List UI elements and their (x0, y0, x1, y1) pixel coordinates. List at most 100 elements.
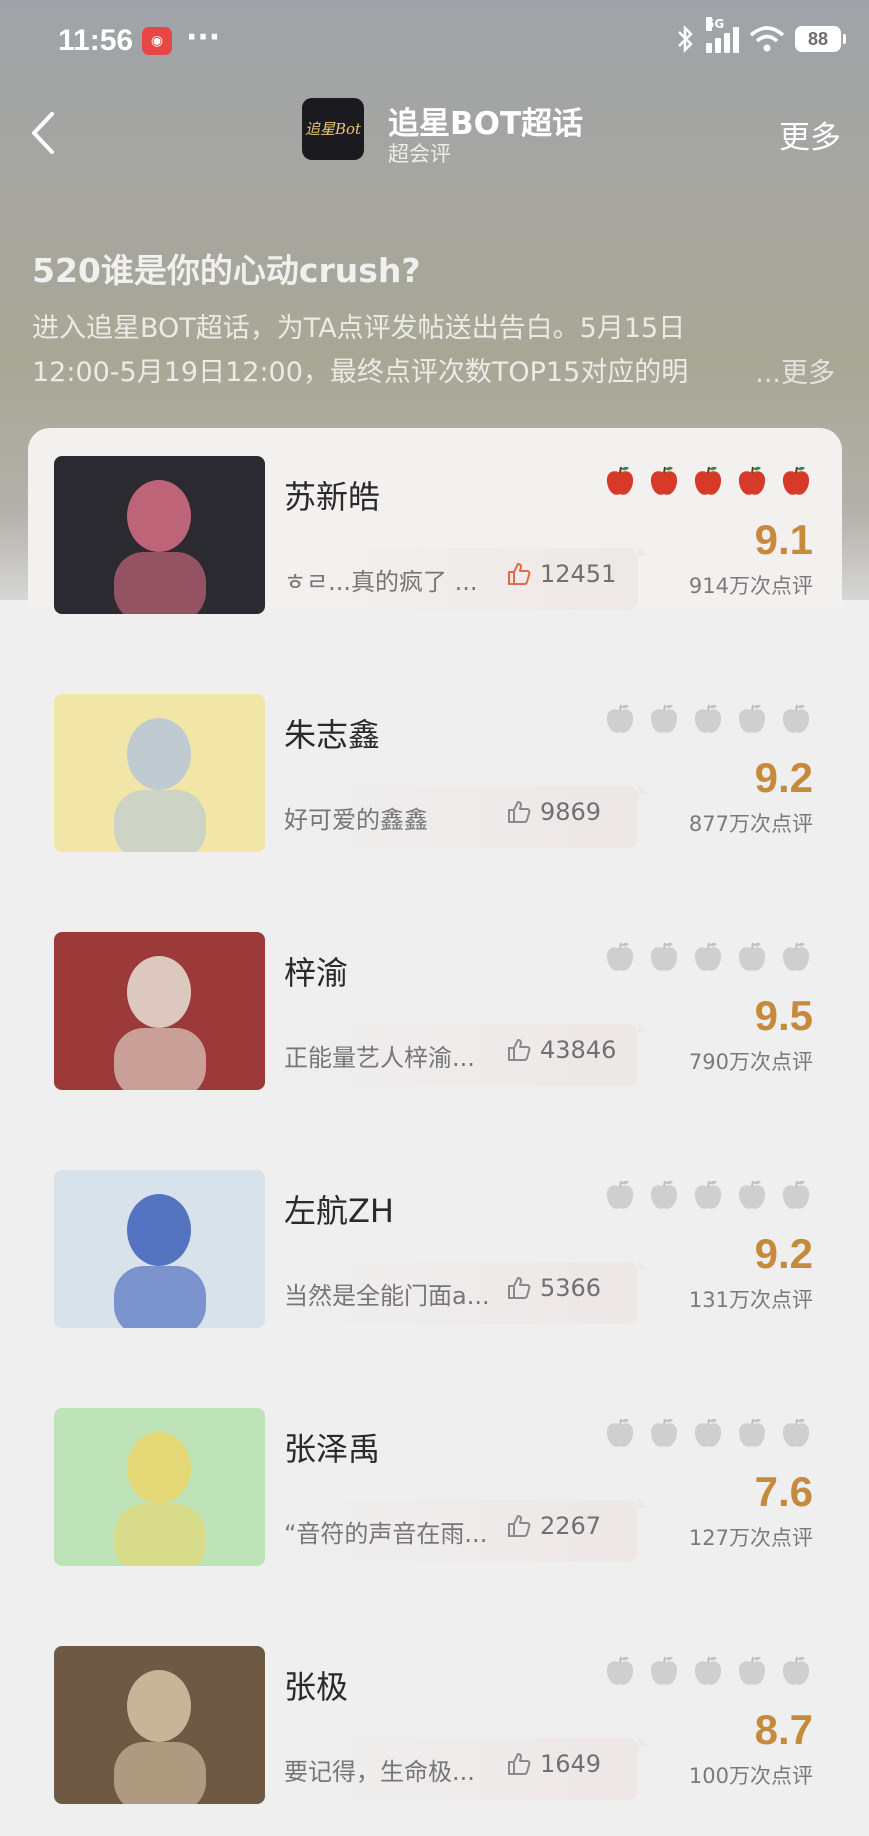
apple-rating-icon[interactable] (780, 702, 812, 736)
topic-title[interactable]: 追星BOT超话 (388, 98, 583, 143)
top-review-text[interactable]: “音符的声音在雨... (284, 1514, 494, 1549)
apple-rating[interactable] (604, 1178, 812, 1212)
list-item[interactable]: 张泽禹 “音符的声音在雨... 2267 7.6 127万次点评 (0, 1408, 869, 1568)
review-count: 914万次点评 (688, 574, 813, 598)
celebrity-photo[interactable] (54, 1646, 265, 1804)
apple-rating-icon[interactable] (604, 1178, 636, 1212)
celebrity-photo[interactable] (54, 694, 265, 852)
apple-rating-icon[interactable] (736, 1178, 768, 1212)
list-item[interactable]: 左航ZH 当然是全能门面a... 5366 9.2 131万次点评 (0, 1170, 869, 1330)
apple-rating-icon[interactable] (692, 1178, 724, 1212)
event-headline: 520谁是你的心动crush? (32, 251, 421, 290)
celebrity-name[interactable]: 苏新皓 (284, 472, 380, 518)
battery-indicator: 88 (795, 26, 846, 52)
cellular-signal-icon: 5G (706, 17, 739, 53)
apple-rating-icon[interactable] (692, 464, 724, 498)
review-count: 131万次点评 (688, 1288, 813, 1312)
apple-rating-icon[interactable] (780, 464, 812, 498)
apple-rating-icon[interactable] (692, 1416, 724, 1450)
apple-rating-icon[interactable] (648, 940, 680, 974)
apple-rating[interactable] (604, 464, 812, 498)
like-count[interactable]: 43846 (506, 1036, 616, 1064)
apple-rating-icon[interactable] (736, 940, 768, 974)
thumbs-up-icon (508, 1277, 531, 1299)
top-review-text[interactable]: 正能量艺人梓渝... (284, 1038, 494, 1073)
description-line: 12:00-5月19日12:00，最终点评次数TOP15对应的明 (32, 357, 689, 388)
celebrity-name[interactable]: 左航ZH (284, 1186, 394, 1232)
apple-rating[interactable] (604, 1654, 812, 1688)
celebrity-photo[interactable] (54, 456, 265, 614)
apple-rating-icon[interactable] (780, 1654, 812, 1688)
topic-subtitle: 超会评 (388, 142, 451, 166)
top-review-text[interactable]: 要记得，生命极... (284, 1752, 494, 1787)
apple-rating-icon[interactable] (736, 1416, 768, 1450)
apple-rating-icon[interactable] (780, 940, 812, 974)
apple-rating-icon[interactable] (648, 702, 680, 736)
celebrity-photo[interactable] (54, 1170, 265, 1328)
thumbs-up-icon (508, 801, 531, 823)
apple-rating-icon[interactable] (736, 702, 768, 736)
back-button[interactable] (26, 108, 66, 158)
celebrity-name[interactable]: 朱志鑫 (284, 710, 380, 756)
like-count[interactable]: 5366 (506, 1274, 601, 1302)
apple-rating-icon[interactable] (780, 1178, 812, 1212)
apple-rating-icon[interactable] (692, 940, 724, 974)
celebrity-name[interactable]: 张泽禹 (284, 1424, 380, 1470)
apple-rating-icon[interactable] (736, 464, 768, 498)
apple-rating-icon[interactable] (604, 1654, 636, 1688)
list-item[interactable]: 苏新皓 ㅎㄹ...真的疯了 ... 12451 9.1 914万次点评 (0, 456, 869, 616)
celebrity-photo[interactable] (54, 932, 265, 1090)
top-review-text[interactable]: 好可爱的鑫鑫 (284, 800, 494, 835)
like-count-value: 9869 (540, 798, 602, 826)
thumbs-up-icon (508, 1039, 531, 1061)
apple-rating-icon[interactable] (604, 464, 636, 498)
apple-rating[interactable] (604, 940, 812, 974)
thumbs-up-icon (508, 1515, 531, 1537)
top-review-text[interactable]: ㅎㄹ...真的疯了 ... (284, 562, 494, 597)
like-count-value: 5366 (540, 1274, 602, 1302)
wifi-icon (749, 26, 785, 52)
apple-rating-icon[interactable] (648, 1654, 680, 1688)
celebrity-photo[interactable] (54, 1408, 265, 1566)
review-count: 127万次点评 (688, 1526, 813, 1550)
apple-rating-icon[interactable] (736, 1654, 768, 1688)
apple-rating-icon[interactable] (604, 702, 636, 736)
rating-score: 9.5 (754, 992, 813, 1039)
topic-logo[interactable]: 追星Bot (302, 98, 364, 160)
top-review-text[interactable]: 当然是全能门面a... (284, 1276, 494, 1311)
apple-rating[interactable] (604, 702, 812, 736)
list-item[interactable]: 梓渝 正能量艺人梓渝... 43846 9.5 790万次点评 (0, 932, 869, 1092)
list-item[interactable]: 张极 要记得，生命极... 1649 8.7 100万次点评 (0, 1646, 869, 1806)
apple-rating-icon[interactable] (648, 1416, 680, 1450)
like-count[interactable]: 2267 (506, 1512, 601, 1540)
like-count-value: 43846 (540, 1036, 617, 1064)
rating-score: 9.2 (754, 1230, 813, 1277)
bluetooth-icon (678, 24, 693, 54)
apple-rating-icon[interactable] (604, 1416, 636, 1450)
apple-rating-icon[interactable] (692, 1654, 724, 1688)
app-notification-icon: ◉ (142, 27, 172, 55)
review-count: 790万次点评 (688, 1050, 813, 1074)
expand-description-button[interactable]: ...更多 (755, 351, 835, 390)
apple-rating-icon[interactable] (648, 464, 680, 498)
description-line: 进入追星BOT超话，为TA点评发帖送出告白。5月15日 (32, 313, 686, 344)
celebrity-name[interactable]: 梓渝 (284, 948, 348, 994)
celebrity-name[interactable]: 张极 (284, 1662, 348, 1708)
thumbs-up-icon (508, 1753, 531, 1775)
like-count[interactable]: 9869 (506, 798, 601, 826)
status-time: 11:56 (58, 24, 134, 57)
like-count-value: 12451 (540, 560, 617, 588)
apple-rating[interactable] (604, 1416, 812, 1450)
apple-rating-icon[interactable] (692, 702, 724, 736)
apple-rating-icon[interactable] (648, 1178, 680, 1212)
like-count-value: 1649 (540, 1750, 602, 1778)
rating-score: 8.7 (754, 1706, 813, 1753)
apple-rating-icon[interactable] (604, 940, 636, 974)
list-item[interactable]: 朱志鑫 好可爱的鑫鑫 9869 9.2 877万次点评 (0, 694, 869, 854)
more-button[interactable]: 更多 (779, 112, 841, 157)
like-count[interactable]: 1649 (506, 1750, 601, 1778)
apple-rating-icon[interactable] (780, 1416, 812, 1450)
like-count-value: 2267 (540, 1512, 602, 1540)
like-count[interactable]: 12451 (506, 560, 616, 588)
more-notifications-icon: ··· (186, 20, 221, 55)
